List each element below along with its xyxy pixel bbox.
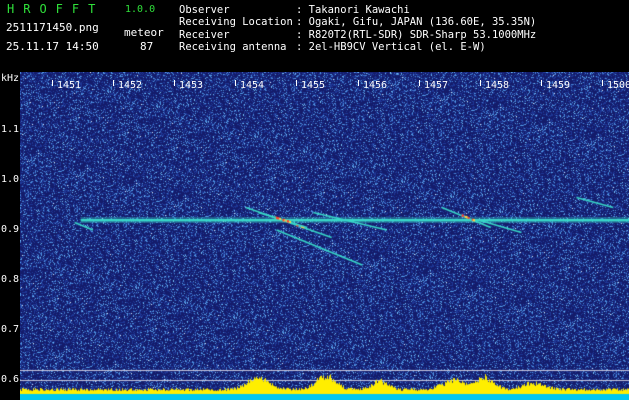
info-label: Receiving antenna [179,40,287,53]
meteor-count: 87 [140,40,154,53]
info-row-receiver: Receiver : R820T2(RTL-SDR) SDR-Sharp 53.1… [179,29,536,41]
y-axis [0,72,20,400]
x-tick-label: 1500 [607,80,629,91]
header: HROFFT 1.0.0 2511171450.png meteor 25.11… [0,0,629,72]
x-tick-mark [296,80,297,86]
x-tick-mark [113,80,114,86]
y-tick-label: 1.0 [1,174,20,185]
spectrogram[interactable] [20,72,629,400]
x-tick-mark [52,80,53,86]
y-tick-label: 0.9 [1,224,20,235]
x-tick-mark [602,80,603,86]
app-version: 1.0.0 [125,4,156,15]
x-tick-label: 1457 [424,80,449,91]
info-value: : Ogaki, Gifu, JAPAN (136.60E, 35.35N) [296,16,537,29]
info-row-observer: Observer : Takanori Kawachi [179,4,536,16]
y-unit-label: kHz [1,73,20,84]
info-label: Receiving Location [179,16,293,29]
info-row-antenna: Receiving antenna : 2el-HB9CV Vertical (e… [179,41,536,53]
x-tick-label: 1454 [240,80,265,91]
image-filename: 2511171450.png [6,21,99,34]
x-tick-label: 1453 [179,80,204,91]
info-label: Receiver [179,28,230,41]
x-tick-mark [480,80,481,86]
x-tick-mark [235,80,236,86]
x-tick-mark [174,80,175,86]
x-tick-mark [541,80,542,86]
y-tick-label: 0.8 [1,274,20,285]
x-tick-label: 1456 [363,80,388,91]
station-info: Observer : Takanori Kawachi Receiving Loc… [179,4,536,53]
info-value: : R820T2(RTL-SDR) SDR-Sharp 53.1000MHz [296,28,537,41]
app-name: HROFFT [7,2,105,16]
y-tick-label: 0.6 [1,374,20,385]
y-tick-label: 1.1 [1,124,20,135]
x-tick-label: 1455 [301,80,326,91]
x-tick-label: 1459 [546,80,571,91]
y-tick-label: 0.7 [1,324,20,335]
info-row-location: Receiving Location: Ogaki, Gifu, JAPAN (… [179,16,536,28]
meteor-label: meteor [124,26,164,39]
x-tick-label: 1451 [57,80,82,91]
x-tick-label: 1458 [485,80,510,91]
x-tick-mark [358,80,359,86]
x-tick-mark [419,80,420,86]
info-label: Observer [179,4,230,16]
info-value: : 2el-HB9CV Vertical (el. E-W) [296,40,486,53]
info-value: : Takanori Kawachi [296,4,410,16]
x-tick-label: 1452 [118,80,143,91]
timestamp: 25.11.17 14:50 [6,40,99,53]
